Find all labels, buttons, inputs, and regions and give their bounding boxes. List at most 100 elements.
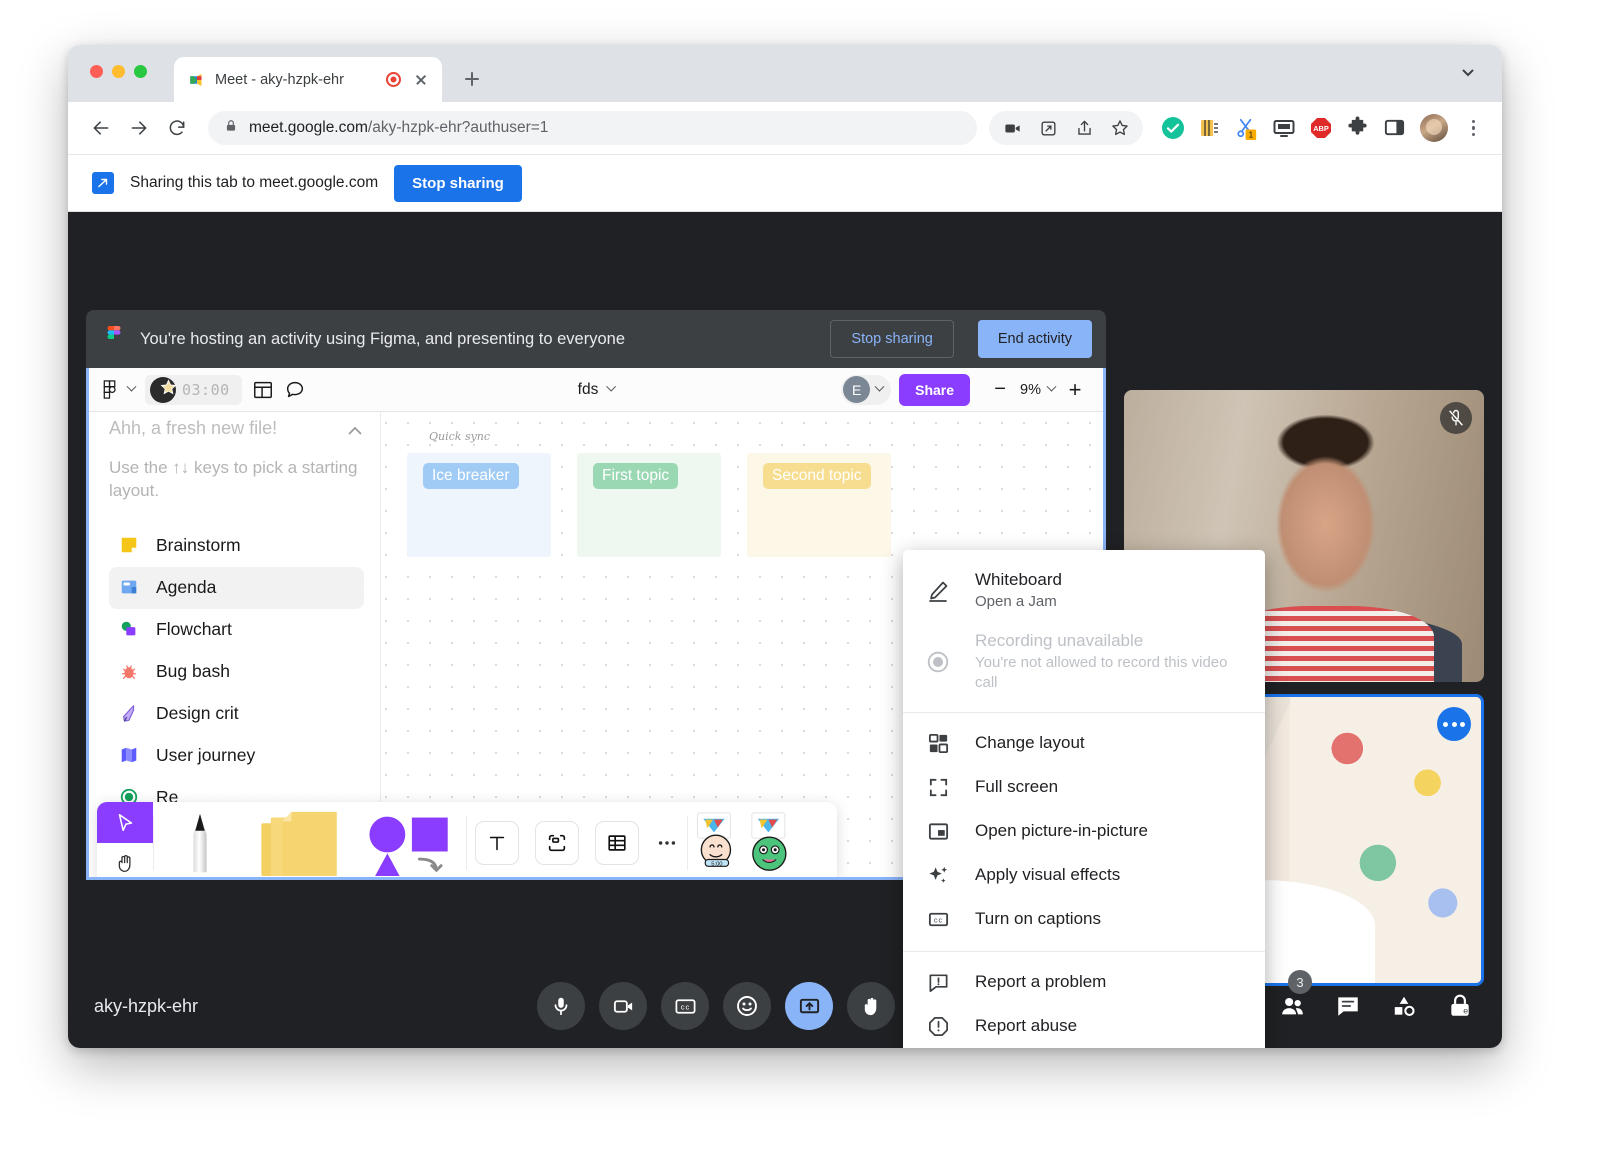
figma-menu-icon[interactable] (103, 380, 118, 400)
camera-button[interactable] (599, 982, 647, 1030)
layout-grid-icon[interactable] (252, 379, 274, 401)
figma-collaborator-avatar[interactable]: E (841, 375, 891, 405)
chat-button[interactable] (1332, 990, 1364, 1022)
layout-option-design-crit[interactable]: Design crit (109, 693, 364, 735)
sticky-note[interactable]: First topic (593, 463, 678, 489)
table-tool-icon[interactable] (595, 821, 639, 865)
comment-bubble-icon[interactable] (284, 379, 306, 401)
forward-button[interactable] (122, 111, 156, 145)
figma-end-activity-button[interactable]: End activity (978, 320, 1092, 358)
minimize-window-button[interactable] (112, 65, 125, 78)
zoom-out-button[interactable]: − (986, 376, 1014, 404)
browser-menu-icon[interactable] (1460, 115, 1486, 141)
layout-option-bug-bash[interactable]: Bug bash (109, 651, 364, 693)
shapes-icon[interactable] (354, 802, 466, 880)
browser-tab-meet[interactable]: Meet - aky-hzpk-ehr (174, 57, 442, 102)
chevron-down-icon[interactable] (1460, 64, 1476, 80)
bug-icon (119, 661, 141, 683)
timer-badge-icon (150, 377, 176, 403)
figma-fresh-file-title: Ahh, a fresh new file! (109, 418, 277, 439)
chevron-down-icon[interactable] (875, 382, 885, 392)
sticky-notes-icon[interactable] (246, 802, 354, 880)
host-controls-button[interactable]: e (1444, 990, 1476, 1022)
adblock-plus-extension-icon[interactable]: ABP (1309, 116, 1334, 141)
figma-share-button[interactable]: Share (899, 374, 970, 406)
sticky-note[interactable]: Ice breaker (423, 463, 519, 489)
close-window-button[interactable] (90, 65, 103, 78)
figma-file-name-menu[interactable]: fds (578, 381, 615, 399)
figma-stop-sharing-button[interactable]: Stop sharing (830, 320, 953, 358)
back-button[interactable] (84, 111, 118, 145)
chevron-down-icon[interactable] (606, 382, 616, 392)
activities-button[interactable] (1388, 990, 1420, 1022)
reactions-button[interactable] (723, 982, 771, 1030)
open-in-new-icon[interactable] (1031, 111, 1065, 145)
frame-tool-icon[interactable] (535, 821, 579, 865)
bookmark-star-icon[interactable] (1103, 111, 1137, 145)
side-panel-icon[interactable] (1383, 116, 1408, 141)
chevron-up-icon[interactable] (346, 422, 364, 440)
menu-item-visual-effects[interactable]: Apply visual effects (903, 854, 1265, 898)
chevron-down-icon[interactable] (127, 382, 137, 392)
microphone-button[interactable] (537, 982, 585, 1030)
puzzle-extensions-icon[interactable] (1346, 116, 1371, 141)
marker-pen-icon[interactable] (154, 802, 246, 880)
text-tool-icon[interactable] (475, 821, 519, 865)
zoom-in-button[interactable]: + (1061, 376, 1089, 404)
menu-item-captions[interactable]: cc Turn on captions (903, 898, 1265, 942)
figma-tool-bar: 5:00 (97, 802, 837, 880)
grammarly-extension-icon[interactable] (1161, 116, 1186, 141)
notebook-extension-icon[interactable] (1198, 116, 1223, 141)
maximize-window-button[interactable] (134, 65, 147, 78)
screen-extension-icon[interactable] (1272, 116, 1297, 141)
window-traffic-lights[interactable] (90, 65, 147, 78)
board-column-ice-breaker[interactable]: Ice breaker (407, 453, 551, 557)
meeting-code: aky-hzpk-ehr (94, 996, 198, 1017)
text-tool-button[interactable] (467, 802, 527, 880)
captions-button[interactable]: cc (661, 982, 709, 1030)
cursor-arrow-icon[interactable] (97, 802, 153, 843)
new-tab-button[interactable] (454, 61, 490, 97)
layout-option-brainstorm[interactable]: Brainstorm (109, 525, 364, 567)
scissors-extension-icon[interactable]: 1 (1235, 116, 1260, 141)
close-tab-button[interactable] (410, 69, 432, 91)
stickers-icon[interactable]: 5:00 (688, 802, 806, 880)
layout-option-label: Agenda (156, 577, 216, 598)
layout-option-agenda[interactable]: Agenda (109, 567, 364, 609)
board-column-first-topic[interactable]: First topic (577, 453, 721, 557)
menu-item-report-abuse[interactable]: Report abuse (903, 1005, 1265, 1048)
chevron-down-icon[interactable] (1047, 382, 1057, 392)
more-tools-icon[interactable] (647, 802, 687, 880)
menu-item-change-layout[interactable]: Change layout (903, 722, 1265, 766)
figma-zoom-menu[interactable]: 9% (1020, 382, 1055, 398)
figma-select-tool-group[interactable] (97, 802, 153, 880)
menu-item-report-problem[interactable]: Report a problem (903, 961, 1265, 1005)
menu-item-picture-in-picture[interactable]: Open picture-in-picture (903, 810, 1265, 854)
sticky-note[interactable]: Second topic (763, 463, 871, 489)
recording-dot-icon[interactable] (386, 72, 401, 87)
frame-tool-button[interactable] (527, 802, 587, 880)
lock-icon (224, 119, 238, 138)
table-tool-button[interactable] (587, 802, 647, 880)
menu-separator (903, 951, 1265, 952)
menu-item-whiteboard[interactable]: Whiteboard Open a Jam (903, 560, 1265, 621)
stop-sharing-button[interactable]: Stop sharing (394, 165, 522, 202)
layout-option-flowchart[interactable]: Flowchart (109, 609, 364, 651)
layout-option-user-journey[interactable]: User journey (109, 735, 364, 777)
hand-tool-icon[interactable] (97, 843, 153, 880)
menu-item-full-screen[interactable]: Full screen (903, 766, 1265, 810)
browser-tab-title: Meet - aky-hzpk-ehr (215, 72, 377, 88)
video-camera-icon[interactable] (995, 111, 1029, 145)
participants-button[interactable]: 3 (1276, 990, 1308, 1022)
share-icon[interactable] (1067, 111, 1101, 145)
figma-timer[interactable]: 03:00 (145, 375, 242, 405)
address-bar[interactable]: meet.google.com/aky-hzpk-ehr?authuser=1 (208, 111, 977, 145)
raise-hand-button[interactable] (847, 982, 895, 1030)
present-now-button[interactable] (785, 982, 833, 1030)
more-horizontal-icon[interactable] (1437, 707, 1471, 741)
profile-avatar[interactable] (1420, 114, 1448, 142)
report-problem-icon (925, 970, 951, 996)
whiteboard-pen-icon (925, 578, 951, 604)
reload-button[interactable] (160, 111, 194, 145)
board-column-second-topic[interactable]: Second topic (747, 453, 891, 557)
